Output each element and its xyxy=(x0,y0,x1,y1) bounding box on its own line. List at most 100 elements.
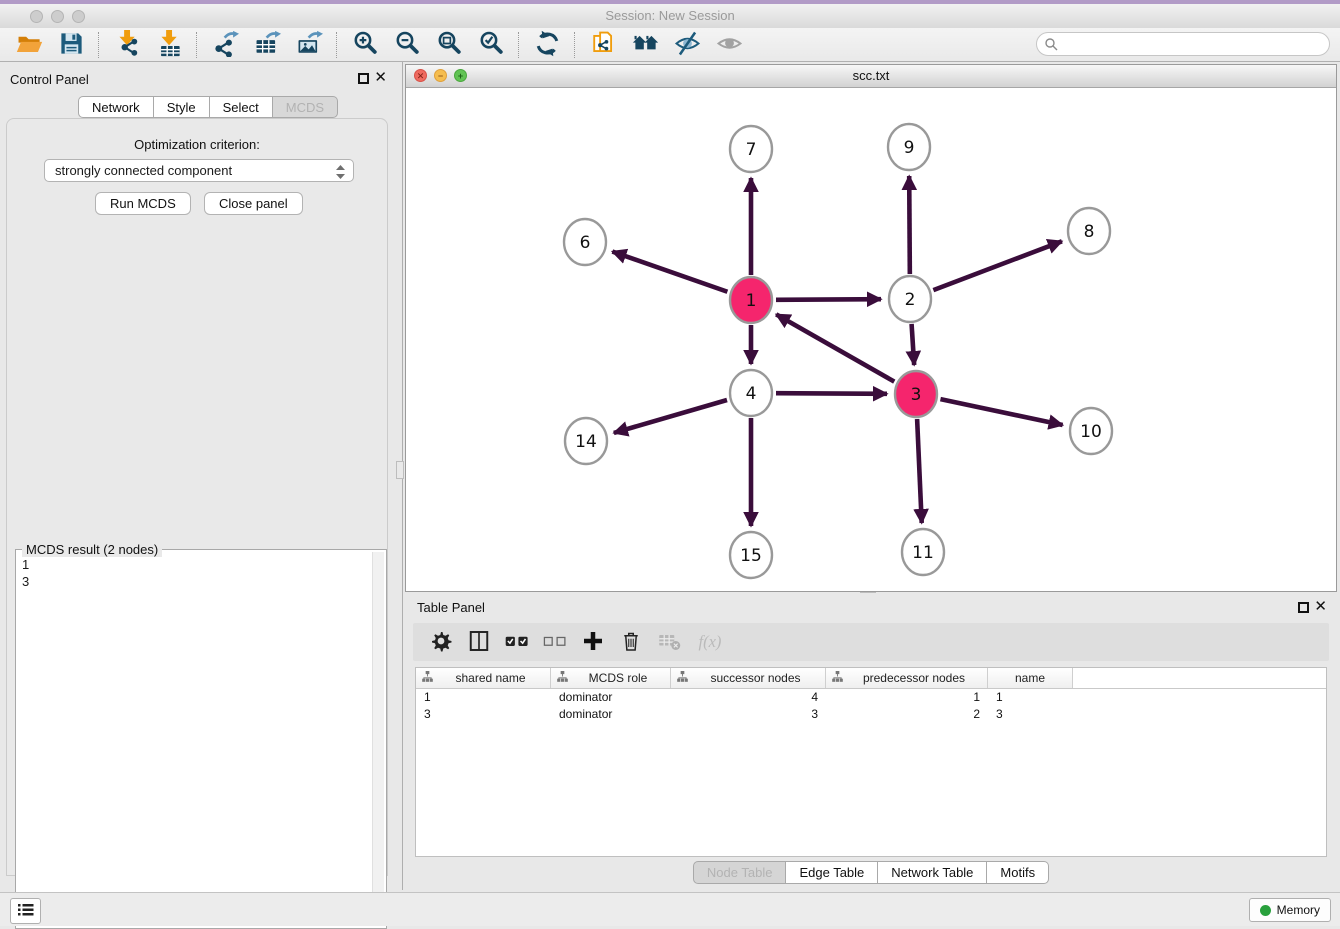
mcds-result-title: MCDS result (2 nodes) xyxy=(22,542,162,557)
function-builder-button[interactable]: f(x) xyxy=(693,627,731,657)
node-10[interactable]: 10 xyxy=(1070,408,1112,454)
cell[interactable]: 3 xyxy=(671,706,826,723)
cell[interactable]: 1 xyxy=(416,689,551,706)
optimization-criterion-label: Optimization criterion: xyxy=(7,137,387,152)
zoom-selected-button[interactable] xyxy=(470,30,512,60)
splitter-grip[interactable] xyxy=(396,461,404,479)
column-header-successor-nodes[interactable]: successor nodes xyxy=(671,668,826,688)
node-8[interactable]: 8 xyxy=(1068,208,1110,254)
table-options-button[interactable] xyxy=(427,627,455,657)
node-6[interactable]: 6 xyxy=(564,219,606,265)
mcds-result-group: MCDS result (2 nodes) 13 xyxy=(15,549,387,929)
cell[interactable]: 1 xyxy=(988,689,1073,706)
refresh-button[interactable] xyxy=(526,30,568,60)
cell[interactable]: dominator xyxy=(551,706,671,723)
cell[interactable]: 3 xyxy=(416,706,551,723)
task-history-button[interactable] xyxy=(10,898,41,924)
cell[interactable]: 4 xyxy=(671,689,826,706)
tab-style[interactable]: Style xyxy=(154,96,210,118)
node-4[interactable]: 4 xyxy=(730,370,772,416)
close-panel-icon[interactable]: ✕ xyxy=(1314,600,1327,614)
edge-3-1[interactable] xyxy=(776,314,894,381)
network-window-titlebar[interactable]: ✕ − + scc.txt xyxy=(406,65,1336,88)
tab-node-table[interactable]: Node Table xyxy=(693,861,787,884)
edge-4-3[interactable] xyxy=(776,393,887,394)
cell[interactable]: 3 xyxy=(988,706,1073,723)
open-icon xyxy=(16,30,43,60)
search-input[interactable] xyxy=(1036,32,1330,56)
delete-column-button[interactable] xyxy=(617,627,645,657)
export-image-button[interactable] xyxy=(288,30,330,60)
cell[interactable]: 1 xyxy=(826,689,988,706)
close-panel-button[interactable]: Close panel xyxy=(204,192,303,215)
save-session-button[interactable] xyxy=(50,30,92,60)
import-network-button[interactable] xyxy=(106,30,148,60)
open-session-button[interactable] xyxy=(8,30,50,60)
trash-icon xyxy=(619,629,643,656)
zoom-fit-button[interactable] xyxy=(428,30,470,60)
import-table-icon xyxy=(156,30,183,60)
export-network-button[interactable] xyxy=(204,30,246,60)
show-hidden-button[interactable] xyxy=(708,30,750,60)
memory-button[interactable]: Memory xyxy=(1249,898,1331,922)
tab-select[interactable]: Select xyxy=(210,96,273,118)
edge-4-14[interactable] xyxy=(614,400,727,433)
zoom-in-button[interactable] xyxy=(344,30,386,60)
column-label: name xyxy=(992,671,1068,685)
node-1[interactable]: 1 xyxy=(730,277,772,323)
tab-motifs[interactable]: Motifs xyxy=(987,861,1049,884)
deselect-all-button[interactable] xyxy=(541,627,569,657)
show-columns-button[interactable] xyxy=(465,627,493,657)
tab-network[interactable]: Network xyxy=(78,96,154,118)
hide-selected-button[interactable] xyxy=(666,30,708,60)
tree-icon xyxy=(832,671,843,685)
float-panel-icon[interactable] xyxy=(358,73,369,84)
create-column-button[interactable] xyxy=(579,627,607,657)
column-header-name[interactable]: name xyxy=(988,668,1073,688)
optimization-criterion-select[interactable]: strongly connected component xyxy=(44,159,354,182)
column-header-shared-name[interactable]: shared name xyxy=(416,668,551,688)
close-panel-icon[interactable]: ✕ xyxy=(374,71,387,85)
delete-table-button[interactable] xyxy=(655,627,683,657)
tab-mcds[interactable]: MCDS xyxy=(273,96,338,118)
svg-text:4: 4 xyxy=(746,384,757,404)
node-9[interactable]: 9 xyxy=(888,124,930,170)
edge-2-8[interactable] xyxy=(933,241,1062,290)
mcds-result-text[interactable]: 13 xyxy=(18,556,372,926)
tab-network-table[interactable]: Network Table xyxy=(878,861,987,884)
select-all-button[interactable] xyxy=(503,627,531,657)
node-3[interactable]: 3 xyxy=(895,371,937,417)
empty-boxes-icon xyxy=(543,629,567,656)
table-row[interactable]: 1dominator411 xyxy=(416,689,1326,706)
selected-criterion: strongly connected component xyxy=(55,163,232,178)
run-mcds-button[interactable]: Run MCDS xyxy=(95,192,191,215)
edge-2-3[interactable] xyxy=(912,324,915,365)
column-header-predecessor-nodes[interactable]: predecessor nodes xyxy=(826,668,988,688)
zoom-out-button[interactable] xyxy=(386,30,428,60)
edge-3-11[interactable] xyxy=(917,419,922,523)
node-14[interactable]: 14 xyxy=(565,418,607,464)
edge-1-6[interactable] xyxy=(612,252,727,292)
node-15[interactable]: 15 xyxy=(730,532,772,578)
node-2[interactable]: 2 xyxy=(889,276,931,322)
edge-3-10[interactable] xyxy=(940,399,1062,425)
result-scrollbar[interactable] xyxy=(372,552,384,926)
cell[interactable]: 2 xyxy=(826,706,988,723)
network-canvas[interactable]: 7 9 6 8 1 2 4 3 14 10 15 11 xyxy=(406,88,1336,591)
node-11[interactable]: 11 xyxy=(902,529,944,575)
export-table-button[interactable] xyxy=(246,30,288,60)
import-table-button[interactable] xyxy=(148,30,190,60)
edge-1-2[interactable] xyxy=(776,299,881,300)
float-panel-icon[interactable] xyxy=(1298,602,1309,613)
node-7[interactable]: 7 xyxy=(730,126,772,172)
table-row[interactable]: 3dominator323 xyxy=(416,706,1326,723)
edge-2-9[interactable] xyxy=(909,176,910,274)
columns-icon xyxy=(467,629,491,656)
tab-edge-table[interactable]: Edge Table xyxy=(786,861,878,884)
cell[interactable]: dominator xyxy=(551,689,671,706)
first-neighbors-button[interactable] xyxy=(624,30,666,60)
save-icon xyxy=(58,30,85,60)
new-network-from-selection-button[interactable] xyxy=(582,30,624,60)
table-body: 1dominator4113dominator323 xyxy=(416,689,1326,723)
column-header-MCDS-role[interactable]: MCDS role xyxy=(551,668,671,688)
